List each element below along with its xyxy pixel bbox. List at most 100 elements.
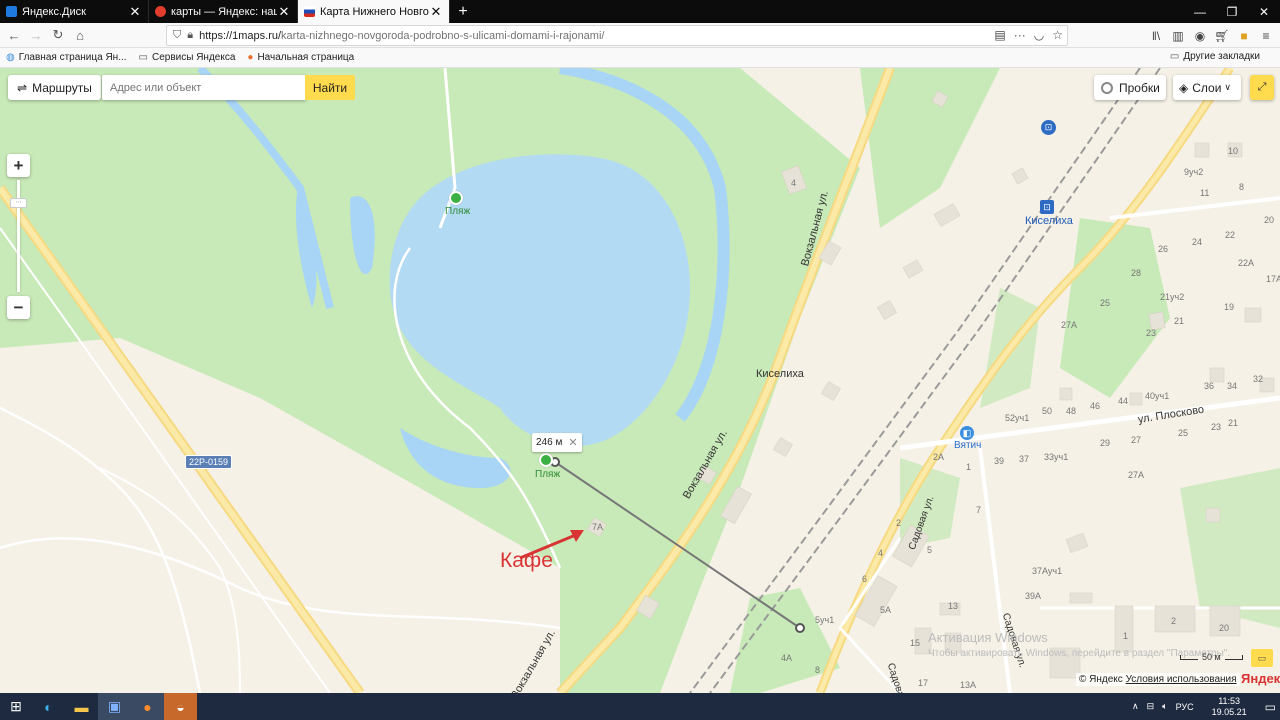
beach-label[interactable]: Пляж [535,469,560,480]
train-stop-icon[interactable]: ⊡ [1040,200,1054,214]
clock[interactable]: 11:53 19.05.21 [1208,696,1251,718]
cart-icon[interactable]: 🛒︎ [1212,29,1232,43]
building-number: 46 [1090,401,1101,411]
ruler-icon[interactable]: ▭ [1251,649,1273,667]
bookmark-yandex-services[interactable]: ▭ Сервисы Яндекса [139,52,236,63]
close-tab-icon[interactable]: ✕ [429,4,443,20]
shop-vyatich[interactable]: Вятич [954,440,981,451]
bookmark-star-icon[interactable]: ☆ [1052,28,1063,42]
tab-map-nn[interactable]: Карта Нижнего Новгорода по ✕ [298,0,450,23]
bus-stop-icon[interactable]: ⊡ [1041,120,1056,135]
building-number: 48 [1066,406,1077,416]
station-kiselikha[interactable]: Киселиха [1025,215,1073,227]
place-kiselikha[interactable]: Киселиха [756,368,804,380]
extension-icon[interactable]: ■ [1234,29,1254,43]
notifications-icon[interactable]: ▭ [1265,700,1276,714]
pocket-icon[interactable]: ◡ [1034,28,1044,42]
page-actions-icon[interactable]: ··· [1014,28,1026,42]
fullscreen-icon[interactable]: ⤢ [1250,75,1274,100]
search-input[interactable] [102,75,306,100]
windows-start-icon[interactable]: ⊞ [0,693,32,720]
building-7a-label[interactable]: 7А [592,522,603,532]
reload-icon[interactable]: ↻ [47,24,69,46]
building-number: 11 [1200,188,1210,198]
account-icon[interactable]: ◉ [1190,29,1210,43]
windows-activation-title: Активация Windows [928,630,1048,645]
home-icon[interactable]: ⌂ [69,24,91,46]
network-icon[interactable]: ⊟ [1147,701,1155,712]
building-number: 7 [976,505,982,515]
clock-date: 19.05.21 [1211,706,1247,717]
menu-icon[interactable]: ≡ [1256,29,1276,43]
firefox-icon: ● [247,52,254,63]
layers-button[interactable]: ◈ Слои ∨ [1173,75,1241,100]
firefox-taskbar-icon[interactable]: ● [131,693,164,720]
sidebar-icon[interactable]: ▥ [1168,29,1188,43]
shop-basket-icon[interactable]: ◧ [960,426,974,440]
screen-app-icon[interactable]: ▣ [98,693,131,720]
building-number: 37Ауч1 [1032,566,1063,576]
back-icon[interactable]: ← [3,24,25,46]
routes-button[interactable]: ⇌ Маршруты [8,75,101,100]
library-icon[interactable]: ‖\ [1146,29,1166,43]
beach-pin-icon[interactable] [449,191,463,205]
building-number: 37 [1019,454,1030,464]
building-number: 9уч2 [1184,167,1204,177]
building-number: 21уч2 [1160,292,1185,302]
file-explorer-icon[interactable]: ▬ [65,693,98,720]
building-number: 24 [1192,237,1203,247]
building-number: 33уч1 [1044,452,1069,462]
zoom-in-button[interactable]: + [7,154,30,177]
search-button[interactable]: Найти [305,75,355,100]
close-tab-icon[interactable]: ✕ [128,4,142,20]
russia-flag-favicon-icon [304,6,315,17]
zoom-slider[interactable] [17,180,20,292]
minimize-icon[interactable]: — [1184,0,1216,23]
building-number: 25 [1178,428,1189,438]
building-number: 5А [880,605,892,615]
system-tray: ∧ ⊟ 🔈︎ РУС 11:53 19.05.21 ▭ [1128,693,1280,720]
map-canvas[interactable]: Пляж Пляж Киселиха ⊡ ⊡ Киселиха ◧ Вятич … [0,68,1280,693]
restore-icon[interactable]: ❐ [1216,0,1248,23]
building-number: 19 [1224,302,1235,312]
lock-icon[interactable]: 🔒︎ [187,29,193,42]
url-bar[interactable]: ⛉ 🔒︎ https://1maps.ru/ karta-nizhnego-no… [166,25,1068,46]
clock-time: 11:53 [1218,695,1241,706]
tracking-shield-icon[interactable]: ⛉ [173,29,181,42]
bookmark-yandex-home[interactable]: ◍ Главная страница Ян... [6,52,127,63]
bookmark-start-page[interactable]: ● Начальная страница [247,52,354,63]
forward-icon[interactable]: → [25,24,47,46]
new-tab-button[interactable]: + [452,0,474,23]
zoom-slider-handle[interactable]: ⋯ [10,198,27,208]
traffic-button[interactable]: Пробки [1094,75,1166,100]
map-base-layer [0,68,1280,693]
tab-title: карты — Яндекс: нашлось 73 [171,5,277,18]
close-tab-icon[interactable]: ✕ [277,4,291,20]
building-number: 8 [815,665,821,675]
tab-yandex-search[interactable]: карты — Яндекс: нашлось 73 ✕ [149,0,298,23]
building-number: 8 [1239,182,1245,192]
building-number: 40уч1 [1145,391,1170,401]
close-window-icon[interactable]: ✕ [1248,0,1280,23]
building-number: 44 [1118,396,1129,406]
building-number: 27А [1061,320,1078,330]
zoom-out-button[interactable]: − [7,296,30,319]
other-bookmarks[interactable]: ▭ Другие закладки [1170,51,1260,62]
windows-taskbar: ⊞ ◐ ▬ ▣ ● ◒ ∧ ⊟ 🔈︎ РУС 11:53 19.05.21 ▭ [0,693,1280,720]
building-number: 15 [910,638,921,648]
chevron-up-icon[interactable]: ∧ [1132,701,1139,712]
tab-yandex-disk[interactable]: Яндекс.Диск ✕ [0,0,149,23]
edge-icon[interactable]: ◐ [32,693,65,720]
building-number: 5 [927,545,933,555]
beach-label[interactable]: Пляж [445,206,470,217]
app-icon[interactable]: ◒ [164,693,197,720]
language-indicator[interactable]: РУС [1176,702,1194,712]
volume-icon[interactable]: 🔈︎ [1162,701,1167,712]
beach-pin-icon[interactable] [539,453,553,467]
window-controls: — ❐ ✕ [1184,0,1280,23]
cafe-annotation: Кафе [500,549,553,572]
terms-link[interactable]: Условия использования [1126,674,1237,685]
reader-view-icon[interactable]: ▤ [994,28,1005,42]
bookmark-label: Начальная страница [257,52,355,63]
close-distance-icon[interactable]: ✕ [568,436,577,449]
